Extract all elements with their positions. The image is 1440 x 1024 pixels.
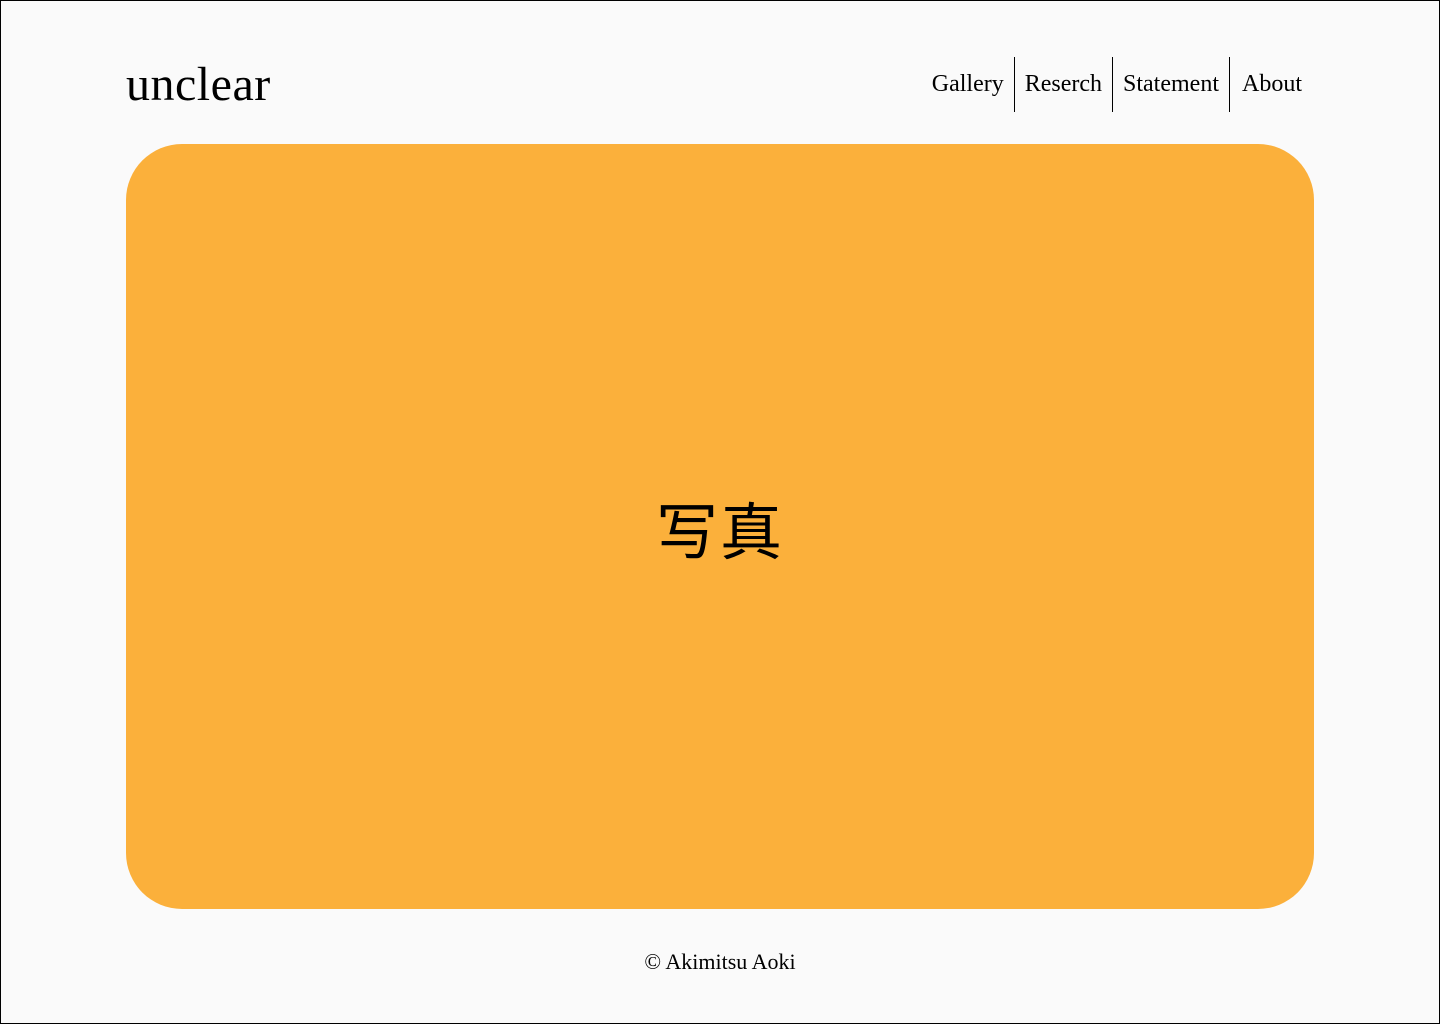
- nav-statement[interactable]: Statement: [1113, 57, 1229, 112]
- nav-gallery[interactable]: Gallery: [932, 57, 1014, 112]
- footer-copyright: © Akimitsu Aoki: [644, 949, 796, 974]
- main-nav: Gallery Reserch Statement About: [932, 57, 1302, 112]
- nav-about[interactable]: About: [1230, 57, 1302, 112]
- hero-label: 写真: [655, 495, 784, 569]
- nav-reserch[interactable]: Reserch: [1015, 57, 1112, 112]
- hero-photo-placeholder: 写真: [126, 144, 1314, 909]
- site-logo[interactable]: unclear: [126, 56, 271, 114]
